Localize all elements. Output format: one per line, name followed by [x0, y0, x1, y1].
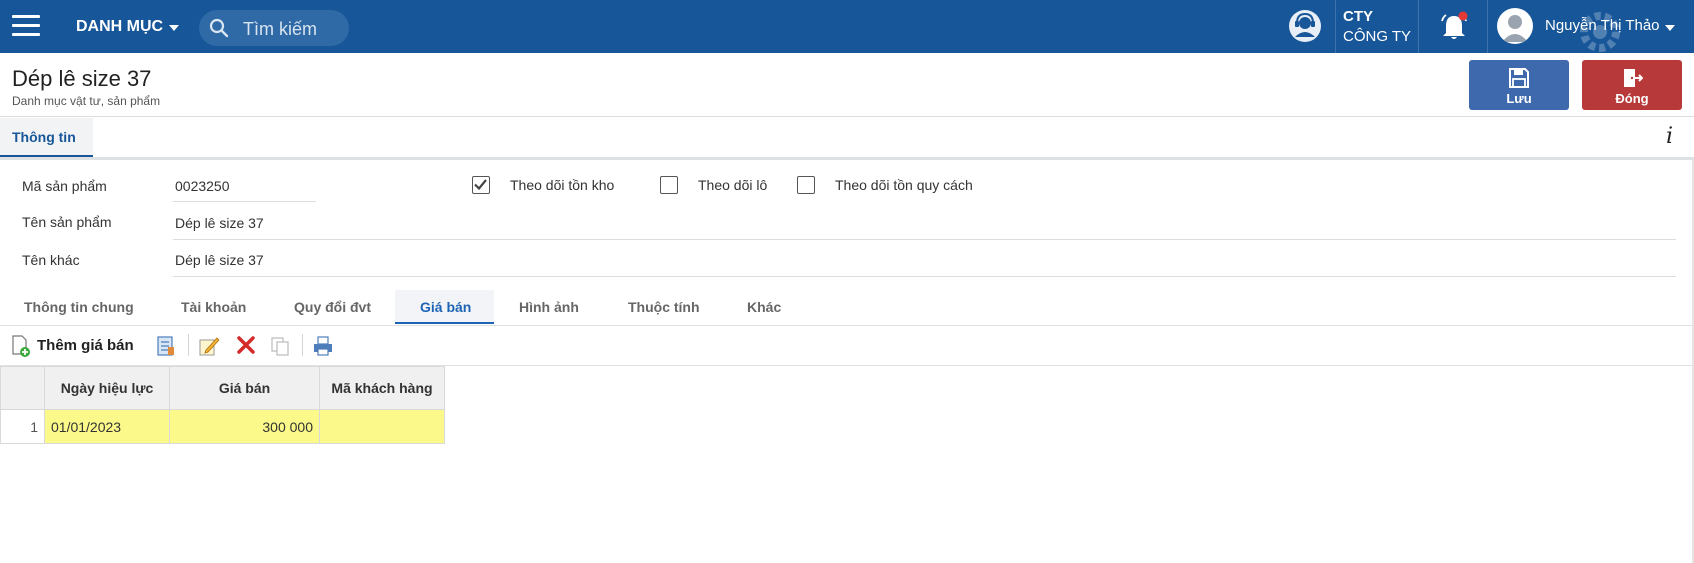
track-lot-label: Theo dõi lô: [698, 177, 768, 193]
divider: [0, 116, 1694, 117]
add-document-icon[interactable]: [11, 335, 31, 357]
add-price-button[interactable]: Thêm giá bán: [37, 337, 134, 354]
print-icon[interactable]: [312, 335, 334, 357]
other-name-label: Tên khác: [22, 252, 80, 268]
product-name-field[interactable]: Dép lê size 37: [175, 215, 264, 231]
tab-unit-conversion[interactable]: Quy đổi đvt: [294, 299, 371, 315]
tab-other[interactable]: Khác: [747, 299, 781, 315]
field-underline: [173, 239, 1676, 240]
track-stock-label: Theo dõi tồn kho: [510, 177, 615, 193]
close-label: Đóng: [1615, 91, 1649, 106]
bell-icon[interactable]: [1438, 11, 1470, 43]
tab-label: Thông tin: [12, 129, 76, 145]
search-box[interactable]: Tìm kiếm: [199, 10, 349, 46]
company-name[interactable]: CÔNG TY: [1343, 28, 1411, 45]
tab-selling-price[interactable]: Giá bán: [420, 299, 471, 315]
tab-thong-tin[interactable]: Thông tin: [0, 118, 93, 158]
copy-icon[interactable]: [269, 335, 291, 357]
field-underline: [173, 276, 1676, 277]
delete-icon[interactable]: [236, 335, 256, 355]
tab-general-info[interactable]: Thông tin chung: [24, 299, 134, 315]
user-icon: [1502, 15, 1528, 42]
tab-attributes[interactable]: Thuộc tính: [628, 299, 700, 315]
import-icon[interactable]: [156, 335, 176, 357]
hamburger-menu-icon[interactable]: [12, 15, 40, 37]
menu-title[interactable]: DANH MỤC: [76, 18, 163, 36]
divider: [0, 325, 1692, 326]
checkmark-icon: [474, 179, 487, 191]
floppy-disk-icon: [1509, 68, 1529, 88]
grid-header-row: Ngày hiệu lực Giá bán Mã khách hàng: [0, 366, 445, 410]
divider: [1335, 0, 1336, 53]
toolbar-divider: [302, 334, 303, 356]
support-agent-icon[interactable]: [1288, 9, 1322, 43]
page-title: Dép lê size 37: [12, 66, 152, 91]
divider: [1418, 0, 1419, 53]
table-row[interactable]: 1 01/01/2023 300 000: [0, 409, 445, 444]
row-number: 1: [0, 409, 45, 444]
edit-icon[interactable]: [198, 335, 220, 357]
company-code[interactable]: CTY: [1343, 8, 1373, 25]
product-code-label: Mã sản phẩm: [22, 178, 107, 194]
column-header-customer-code[interactable]: Mã khách hàng: [319, 366, 445, 410]
close-button[interactable]: Đóng: [1582, 60, 1682, 110]
column-header-effective-date[interactable]: Ngày hiệu lực: [44, 366, 170, 410]
price-grid: Ngày hiệu lực Giá bán Mã khách hàng 1 01…: [0, 366, 445, 444]
chevron-down-icon[interactable]: [1665, 25, 1675, 31]
track-stock-checkbox[interactable]: [472, 176, 490, 194]
track-lot-checkbox[interactable]: [660, 176, 678, 194]
top-navbar: DANH MỤC Tìm kiếm CTY CÔNG TY Nguyễn Thị…: [0, 0, 1694, 53]
search-input[interactable]: Tìm kiếm: [243, 19, 317, 40]
tab-accounts[interactable]: Tài khoản: [181, 299, 246, 315]
search-icon: [209, 18, 229, 38]
column-header-price[interactable]: Giá bán: [169, 366, 320, 410]
chevron-down-icon[interactable]: [169, 25, 179, 31]
row-number-header: [0, 366, 45, 410]
divider: [0, 157, 1694, 160]
other-name-field[interactable]: Dép lê size 37: [175, 252, 264, 268]
save-button[interactable]: Lưu: [1469, 60, 1569, 110]
username[interactable]: Nguyễn Thị Thảo: [1545, 17, 1660, 34]
product-name-label: Tên sản phẩm: [22, 214, 112, 230]
divider: [1487, 0, 1488, 53]
info-icon[interactable]: i: [1666, 124, 1673, 149]
customer-code-cell[interactable]: [319, 409, 445, 444]
price-cell[interactable]: 300 000: [169, 409, 320, 444]
tab-images[interactable]: Hình ảnh: [519, 299, 579, 315]
effective-date-cell[interactable]: 01/01/2023: [44, 409, 170, 444]
toolbar-divider: [188, 334, 189, 356]
exit-door-icon: [1624, 69, 1643, 87]
product-code-field[interactable]: 0023250: [175, 178, 230, 194]
avatar[interactable]: [1497, 8, 1533, 44]
save-label: Lưu: [1506, 91, 1532, 106]
page-subtitle: Danh mục vật tư, sản phẩm: [12, 94, 161, 108]
track-spec-checkbox[interactable]: [797, 176, 815, 194]
track-spec-label: Theo dõi tồn quy cách: [835, 177, 973, 193]
field-underline: [173, 201, 316, 202]
